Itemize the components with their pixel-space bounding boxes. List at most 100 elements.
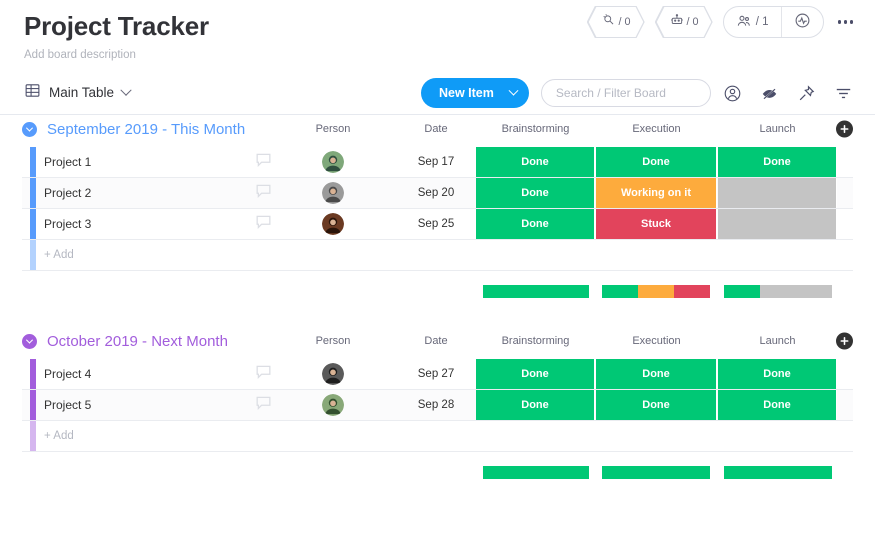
- row-item-name[interactable]: Project 4: [44, 367, 91, 381]
- table-row[interactable]: Project 4 Sep 27 Done Done Done: [22, 359, 853, 390]
- group-title[interactable]: October 2019 - Next Month: [47, 333, 228, 350]
- group-summary: [22, 277, 853, 307]
- add-column-button[interactable]: [836, 332, 853, 350]
- column-header-status[interactable]: Brainstorming: [476, 123, 595, 135]
- table-row[interactable]: Project 2 Sep 20 Done Working on it: [22, 178, 853, 209]
- add-item-row[interactable]: + Add: [22, 421, 853, 452]
- avatar[interactable]: [322, 363, 344, 385]
- automations-badge-search[interactable]: / 0: [587, 6, 645, 38]
- table-row[interactable]: Project 5 Sep 28 Done Done Done: [22, 390, 853, 421]
- chat-bubble-icon[interactable]: [254, 150, 273, 174]
- add-item-row[interactable]: + Add: [22, 240, 853, 271]
- chevron-down-icon[interactable]: [120, 84, 132, 96]
- search-input[interactable]: [555, 86, 696, 100]
- group-rows: Project 4 Sep 27 Done Done Done Project 5 Sep …: [22, 359, 853, 452]
- status-cell[interactable]: [718, 209, 837, 239]
- group-separator: [22, 307, 853, 327]
- dot-icon: [843, 20, 847, 24]
- table-grid-icon: [24, 82, 41, 104]
- status-cell[interactable]: Done: [476, 147, 595, 177]
- group-summary: [22, 458, 853, 488]
- status-summary-bar[interactable]: [723, 465, 833, 480]
- table-row[interactable]: Project 1 Sep 17 Done Done Done: [22, 147, 853, 178]
- status-summary-bar[interactable]: [482, 465, 590, 480]
- status-summary-bar[interactable]: [601, 284, 711, 299]
- filter-icon[interactable]: [834, 84, 853, 103]
- status-summary-bar[interactable]: [601, 465, 711, 480]
- avatar[interactable]: [322, 182, 344, 204]
- new-item-button[interactable]: New Item: [421, 78, 529, 108]
- header-actions: / 0 / 0 / 1: [587, 6, 857, 38]
- tab-main-table[interactable]: Main Table: [24, 82, 132, 104]
- board-description[interactable]: Add board description: [24, 48, 851, 62]
- status-summary-bar[interactable]: [482, 284, 590, 299]
- person-circle-icon[interactable]: [723, 84, 742, 103]
- group-collapse-toggle[interactable]: [22, 333, 37, 349]
- add-item-label[interactable]: + Add: [44, 249, 74, 261]
- row-date[interactable]: Sep 25: [392, 218, 480, 230]
- group-header: October 2019 - Next Month Person Date Brain…: [22, 327, 853, 355]
- board-members-button[interactable]: / 1: [724, 7, 781, 37]
- chat-bubble-icon[interactable]: [254, 393, 273, 417]
- status-cell[interactable]: Done: [596, 359, 717, 389]
- column-header-date[interactable]: Date: [392, 335, 480, 347]
- activity-pulse-icon: [794, 12, 811, 32]
- activity-log-button[interactable]: [780, 7, 823, 37]
- chat-bubble-icon[interactable]: [254, 362, 273, 386]
- board-members-group: / 1: [722, 6, 824, 38]
- summary-segment: [760, 285, 832, 298]
- column-header-status[interactable]: Brainstorming: [476, 335, 595, 347]
- status-cell[interactable]: Done: [476, 178, 595, 208]
- search-box[interactable]: [540, 79, 711, 107]
- status-cell[interactable]: Stuck: [596, 209, 717, 239]
- status-cell[interactable]: Done: [718, 359, 837, 389]
- column-header-person[interactable]: Person: [289, 335, 377, 347]
- status-cell[interactable]: Done: [476, 390, 595, 420]
- add-column-button[interactable]: [836, 120, 853, 138]
- avatar[interactable]: [322, 213, 344, 235]
- column-header-status[interactable]: Execution: [596, 335, 717, 347]
- robot-icon: [669, 14, 683, 31]
- tab-main-table-label: Main Table: [49, 85, 115, 100]
- status-summary-bar[interactable]: [723, 284, 833, 299]
- add-item-label[interactable]: + Add: [44, 430, 74, 442]
- status-cell[interactable]: Done: [718, 147, 837, 177]
- chat-bubble-icon[interactable]: [254, 212, 273, 236]
- status-cell[interactable]: Done: [596, 390, 717, 420]
- column-header-status[interactable]: Launch: [718, 123, 837, 135]
- pin-icon[interactable]: [797, 84, 816, 103]
- toolbar-center: New Item: [421, 71, 711, 115]
- column-header-date[interactable]: Date: [392, 123, 480, 135]
- status-cell[interactable]: Done: [596, 147, 717, 177]
- row-date[interactable]: Sep 17: [392, 156, 480, 168]
- table-row[interactable]: Project 3 Sep 25 Done Stuck: [22, 209, 853, 240]
- column-header-person[interactable]: Person: [289, 123, 377, 135]
- row-item-name[interactable]: Project 1: [44, 155, 91, 169]
- hide-eye-icon[interactable]: [760, 84, 779, 103]
- chevron-down-icon[interactable]: [508, 85, 519, 96]
- row-item-name[interactable]: Project 3: [44, 217, 91, 231]
- new-item-label: New Item: [439, 86, 494, 100]
- more-options-menu[interactable]: [834, 20, 858, 24]
- status-cell[interactable]: Done: [476, 209, 595, 239]
- status-cell[interactable]: Working on it: [596, 178, 717, 208]
- column-header-status[interactable]: Launch: [718, 335, 837, 347]
- status-cell[interactable]: Done: [476, 359, 595, 389]
- avatar[interactable]: [322, 394, 344, 416]
- row-color-indicator: [30, 421, 36, 451]
- column-header-status[interactable]: Execution: [596, 123, 717, 135]
- row-color-indicator: [30, 209, 36, 239]
- status-cell[interactable]: [718, 178, 837, 208]
- group-title[interactable]: September 2019 - This Month: [47, 121, 245, 138]
- integrations-badge-robot[interactable]: / 0: [655, 6, 713, 38]
- board-content: September 2019 - This Month Person Date Bra…: [0, 115, 875, 488]
- row-date[interactable]: Sep 28: [392, 399, 480, 411]
- row-item-name[interactable]: Project 5: [44, 398, 91, 412]
- chat-bubble-icon[interactable]: [254, 181, 273, 205]
- status-cell[interactable]: Done: [718, 390, 837, 420]
- group-collapse-toggle[interactable]: [22, 121, 37, 137]
- row-item-name[interactable]: Project 2: [44, 186, 91, 200]
- avatar[interactable]: [322, 151, 344, 173]
- row-date[interactable]: Sep 20: [392, 187, 480, 199]
- row-date[interactable]: Sep 27: [392, 368, 480, 380]
